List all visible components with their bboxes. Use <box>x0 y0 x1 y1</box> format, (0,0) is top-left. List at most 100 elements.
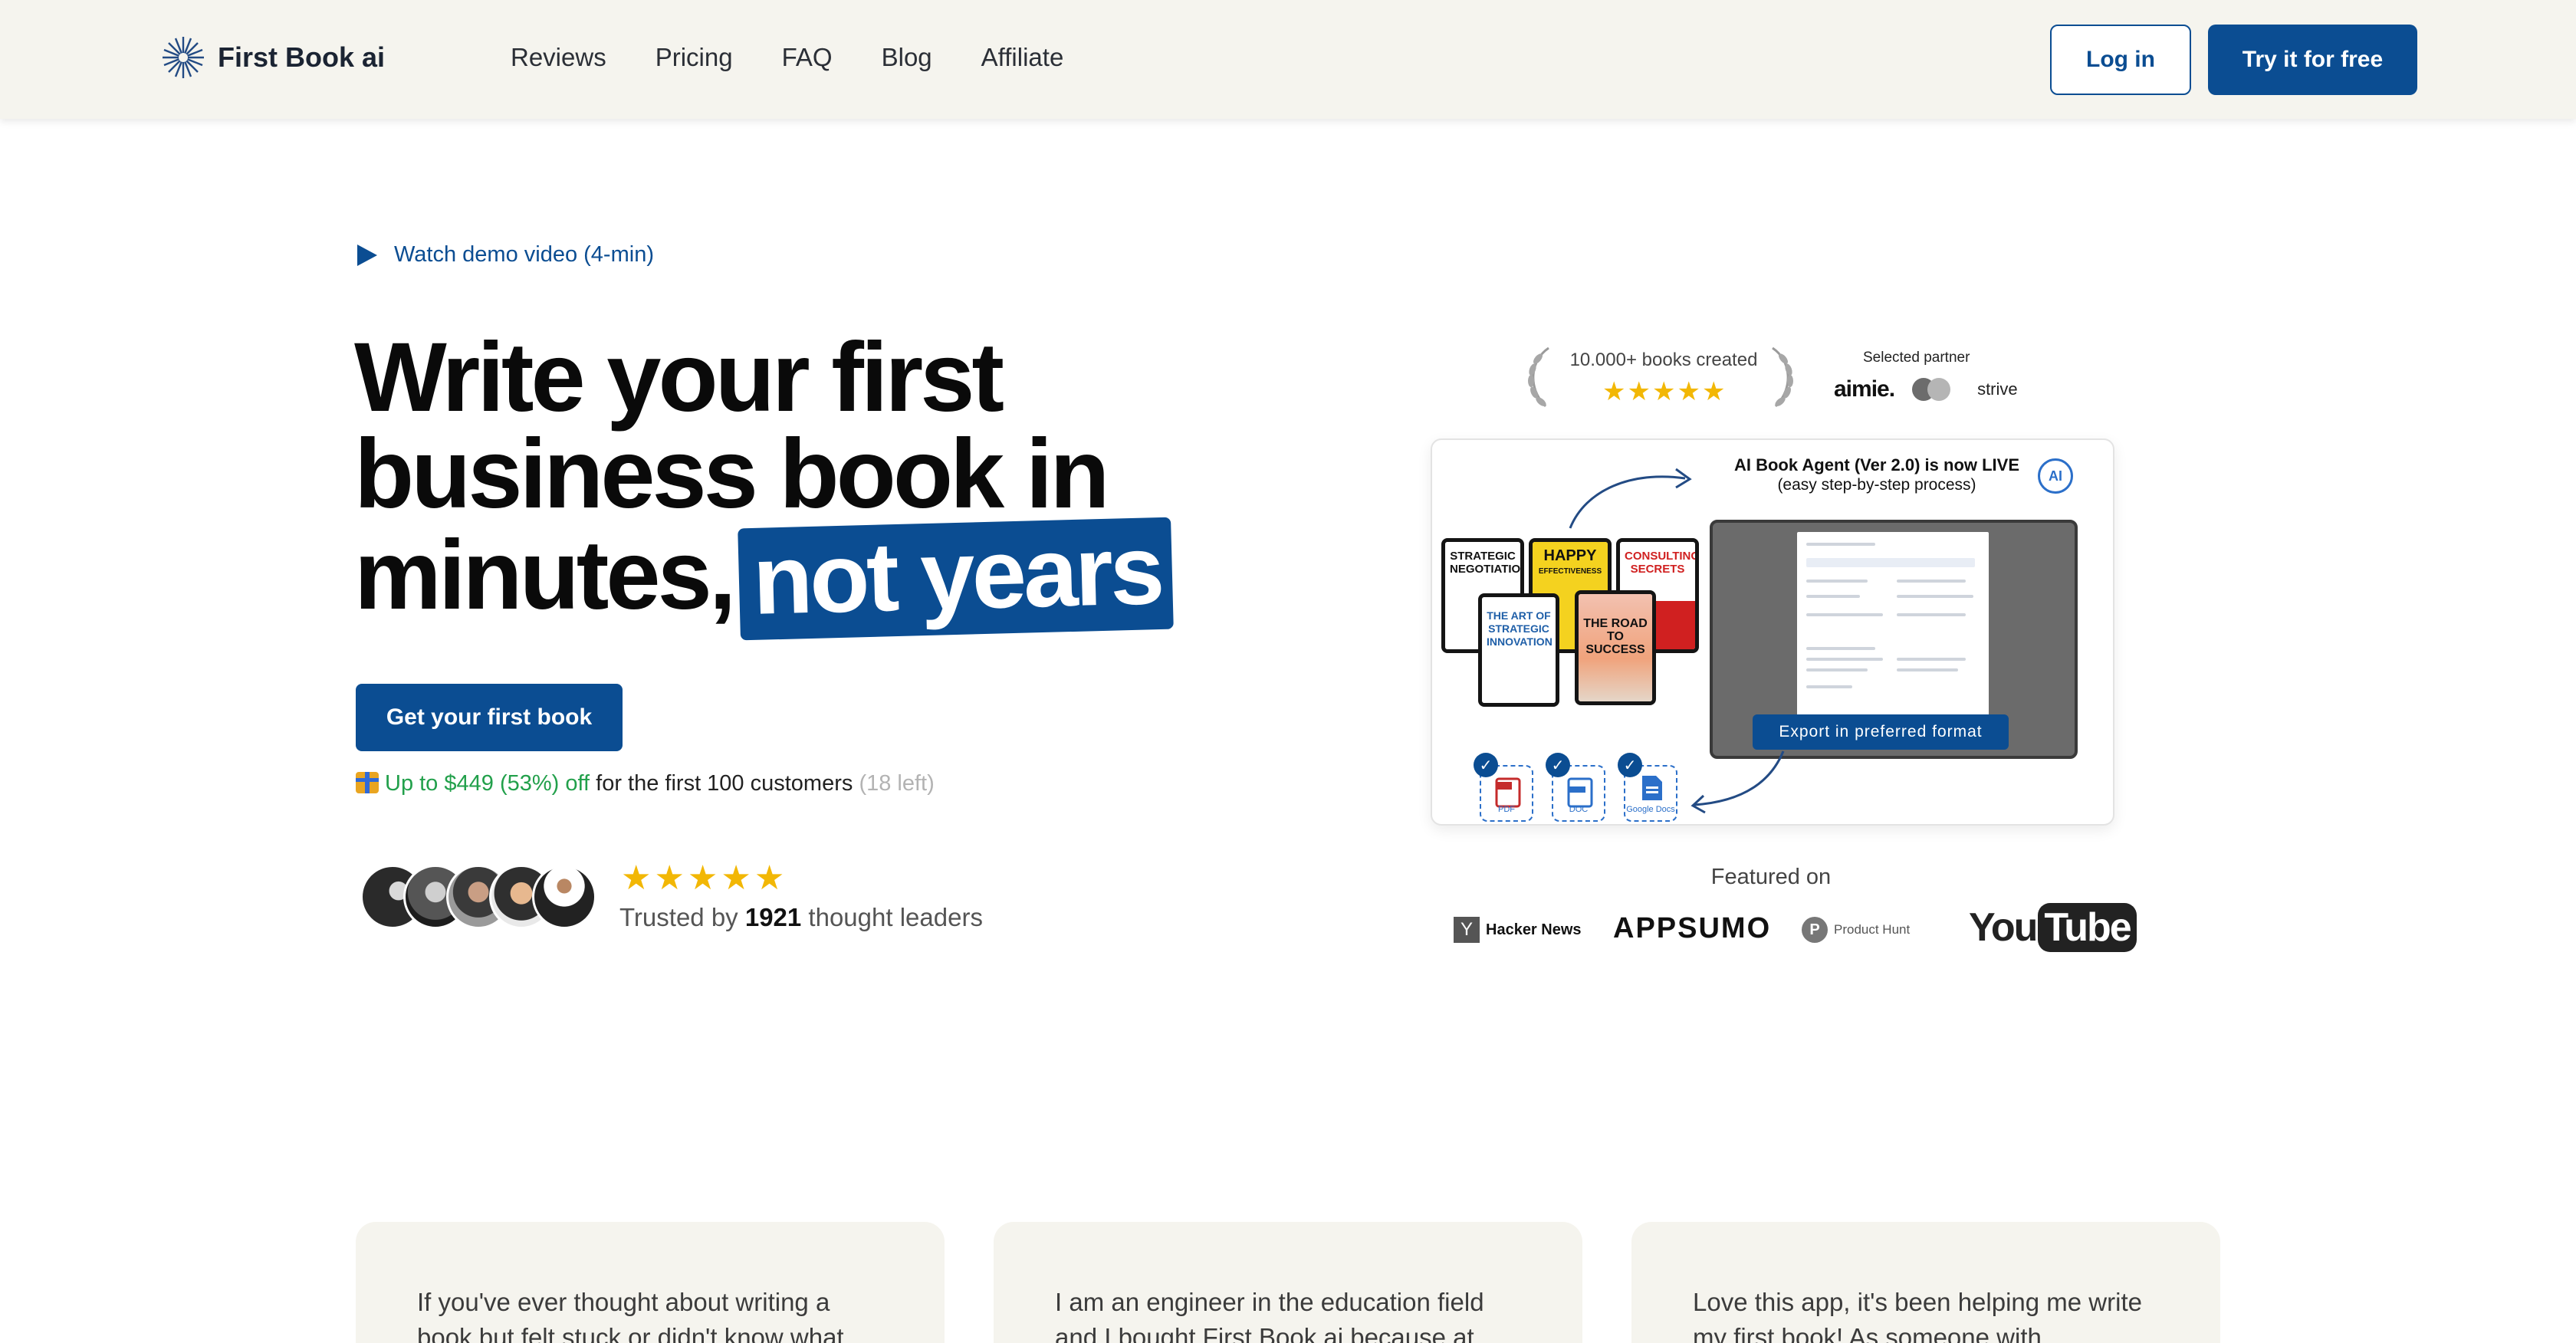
customer-avatars <box>360 865 596 929</box>
book-title: CONSULTING SECRETS <box>1625 550 1699 576</box>
check-icon: ✓ <box>1618 753 1642 777</box>
product-hunt-text: Product Hunt <box>1834 922 1911 937</box>
star-icon: ★ <box>621 859 652 897</box>
offer-rest: for the first 100 customers <box>590 771 859 796</box>
avatar <box>532 865 596 929</box>
rating-stars: ★ ★ ★ ★ ★ <box>621 862 784 895</box>
book-title: THE ROAD TO SUCCESS <box>1583 617 1648 656</box>
format-label: Google Docs <box>1626 805 1675 814</box>
curved-arrow-icon <box>1569 468 1692 529</box>
get-first-book-button[interactable]: Get your first book <box>356 684 623 751</box>
star-icon: ★ <box>1627 377 1651 406</box>
partner-circles-icon <box>1912 378 1951 401</box>
star-icon: ★ <box>1677 377 1700 406</box>
agent-live-subtitle: (easy step-by-step process) <box>1777 476 1976 494</box>
featured-on-label: Featured on <box>1710 865 1832 889</box>
headline-highlight: not years <box>738 515 1175 641</box>
product-hunt-logo[interactable]: P Product Hunt <box>1802 917 1910 943</box>
editor-screenshot: Export in preferred format <box>1710 520 2078 759</box>
laurel-right-icon <box>1772 346 1793 408</box>
strive-logo: strive <box>1977 379 2018 399</box>
doc-format[interactable]: ✓ DOC <box>1546 753 1605 822</box>
doc-icon <box>1567 777 1593 808</box>
ai-agent-demo-card[interactable]: AI Book Agent (Ver 2.0) is now LIVE (eas… <box>1431 438 2114 826</box>
pdf-format[interactable]: ✓ PDF <box>1474 753 1533 822</box>
book-title: HAPPY <box>1543 547 1597 564</box>
nav-reviews[interactable]: Reviews <box>511 43 606 72</box>
nav-faq[interactable]: FAQ <box>782 43 833 72</box>
trusted-count: 1921 <box>744 903 802 931</box>
hacker-news-text: Hacker News <box>1486 921 1582 938</box>
ai-atom-icon: AI <box>2038 458 2073 494</box>
star-icon: ★ <box>687 859 718 897</box>
trusted-post: thought leaders <box>801 903 983 931</box>
brand-name: First Book ai <box>218 41 386 73</box>
brand-logo[interactable]: First Book ai <box>161 35 385 80</box>
book-cover: THE ROAD TO SUCCESS <box>1575 590 1656 705</box>
star-icon: ★ <box>1701 377 1726 406</box>
main-nav: Reviews Pricing FAQ Blog Affiliate <box>511 43 1063 72</box>
hacker-news-icon: Y <box>1454 917 1480 943</box>
offer-text: Up to $449 (53%) off for the first 100 c… <box>356 771 935 796</box>
product-hunt-icon: P <box>1802 917 1828 943</box>
star-icon: ★ <box>754 859 785 897</box>
testimonial-card: I am an engineer in the education field … <box>994 1222 1582 1343</box>
document-preview <box>1797 532 1989 724</box>
nav-blog[interactable]: Blog <box>882 43 932 72</box>
star-icon: ★ <box>1602 377 1626 406</box>
headline-line-2: business book in <box>354 419 1110 529</box>
gift-icon <box>356 772 379 793</box>
youtube-logo[interactable]: You Tube <box>1969 903 2137 952</box>
pdf-icon <box>1495 777 1521 808</box>
featured-logos: Y Hacker News APPSUMO P Product Hunt You… <box>1454 903 2137 957</box>
books-created-badge: 10.000+ books created <box>1569 350 1758 370</box>
headline-line-3: minutes, not years <box>354 515 1236 641</box>
sunburst-logo-icon <box>163 37 204 78</box>
testimonial-text: If you've ever thought about writing a b… <box>417 1288 844 1343</box>
testimonial-card: If you've ever thought about writing a b… <box>356 1222 945 1343</box>
headline-minutes: minutes, <box>354 520 736 630</box>
play-icon <box>357 244 377 266</box>
laurel-left-icon <box>1528 346 1549 408</box>
headline-line-1: Write your first <box>354 323 1004 432</box>
badge-stars: ★ ★ ★ ★ ★ <box>1602 379 1725 405</box>
check-icon: ✓ <box>1474 753 1498 777</box>
book-cover: THE ART OF STRATEGIC INNOVATION <box>1478 593 1559 707</box>
format-label: DOC <box>1569 805 1589 814</box>
trusted-by-text: Trusted by 1921 thought leaders <box>619 903 983 932</box>
google-docs-format[interactable]: ✓ Google Docs <box>1618 753 1677 822</box>
aimie-logo: aimie. <box>1834 376 1895 402</box>
book-title: THE ART OF STRATEGIC INNOVATION <box>1487 609 1552 648</box>
youtube-you: You <box>1969 905 2038 950</box>
watch-demo-link[interactable]: Watch demo video (4-min) <box>357 242 654 268</box>
offer-discount: Up to $449 (53%) off <box>385 771 590 796</box>
star-icon: ★ <box>654 859 685 897</box>
testimonial-text: I am an engineer in the education field … <box>1055 1288 1484 1343</box>
testimonial-text: Love this app, it's been helping me writ… <box>1693 1288 2142 1343</box>
nav-affiliate[interactable]: Affiliate <box>981 43 1064 72</box>
appsumo-logo[interactable]: APPSUMO <box>1613 912 1771 945</box>
offer-remaining: (18 left) <box>859 771 935 796</box>
export-format-button[interactable]: Export in preferred format <box>1753 714 2009 750</box>
watch-demo-label: Watch demo video (4-min) <box>394 242 654 267</box>
star-icon: ★ <box>721 859 751 897</box>
trusted-pre: Trusted by <box>619 903 745 931</box>
testimonial-card: Love this app, it's been helping me writ… <box>1631 1222 2220 1343</box>
site-header: First Book ai Reviews Pricing FAQ Blog A… <box>0 0 2576 119</box>
book-subtitle: EFFECTIVENESS <box>1538 567 1602 576</box>
star-icon: ★ <box>1651 377 1676 406</box>
selected-partner-label: Selected partner <box>1863 350 1970 366</box>
format-label: PDF <box>1498 805 1515 814</box>
google-docs-icon <box>1642 776 1662 800</box>
youtube-tube: Tube <box>2038 903 2137 952</box>
partner-logos: aimie. strive <box>1834 376 2018 403</box>
login-button[interactable]: Log in <box>2050 25 2191 95</box>
book-title: STRATEGIC NEGOTIATION <box>1450 550 1524 576</box>
check-icon: ✓ <box>1546 753 1570 777</box>
hero-headline: Write your first business book in minute… <box>354 323 1236 641</box>
try-free-button[interactable]: Try it for free <box>2208 25 2417 95</box>
hacker-news-logo[interactable]: Y Hacker News <box>1454 917 1582 943</box>
curved-arrow-icon <box>1691 750 1785 814</box>
appsumo-text: APPSUMO <box>1613 912 1772 944</box>
nav-pricing[interactable]: Pricing <box>656 43 733 72</box>
